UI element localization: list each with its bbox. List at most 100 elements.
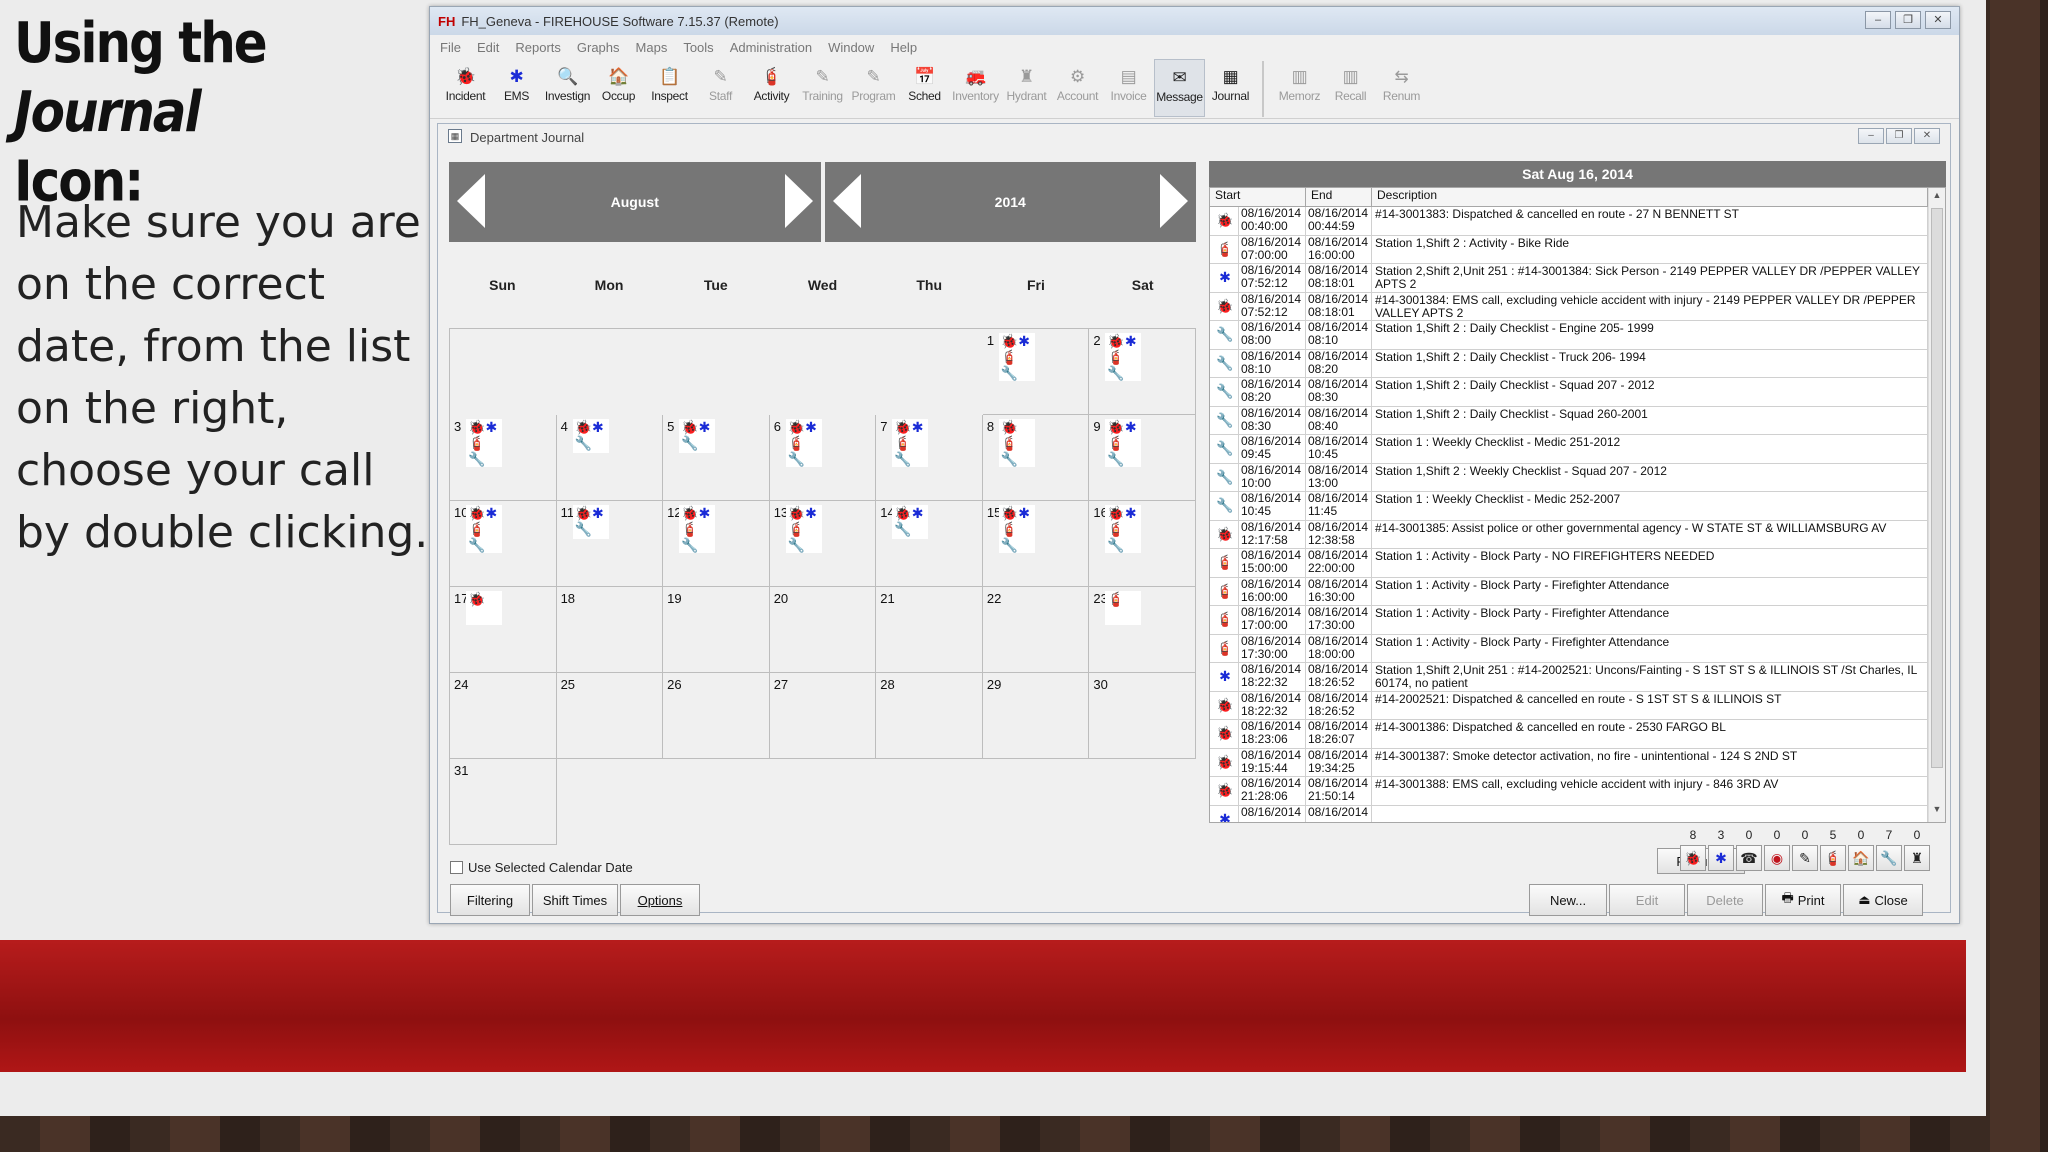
new-button[interactable]: New... [1529, 884, 1607, 916]
toolbar-renum-button[interactable]: ⇆ Renum [1376, 59, 1427, 117]
calendar-day-2[interactable]: 2 🐞✱🧯🔧 [1089, 329, 1196, 415]
toolbar-account-button[interactable]: ⚙ Account [1052, 59, 1103, 117]
counter[interactable]: 0 🏠 [1848, 828, 1874, 871]
calendar-day-10[interactable]: 10 🐞✱🧯🔧 [450, 501, 557, 587]
column-end[interactable]: End [1306, 188, 1372, 206]
toolbar-journal-button[interactable]: ▦ Journal [1205, 59, 1256, 117]
occupancy-counter-icon[interactable]: 🏠 [1848, 845, 1874, 871]
calendar-day-16[interactable]: 16 🐞✱🧯🔧 [1089, 501, 1196, 587]
incident-counter-icon[interactable]: 🐞 [1680, 845, 1706, 871]
toolbar-hydrant-button[interactable]: ♜ Hydrant [1001, 59, 1052, 117]
table-row[interactable]: 🐞 08/16/2014 18:22:32 08/16/2014 18:26:52 #… [1210, 691, 1945, 720]
table-row[interactable]: 🔧 08/16/2014 08:20 08/16/2014 08:30 Station… [1210, 378, 1945, 407]
close-button[interactable]: ⏏ Close [1843, 884, 1923, 916]
calendar-day-7[interactable]: 7 🐞✱🧯🔧 [876, 415, 983, 501]
delete-button[interactable]: Delete [1687, 884, 1763, 916]
calendar-day-12[interactable]: 12 🐞✱🧯🔧 [663, 501, 770, 587]
calendar-day-20[interactable]: 20 [769, 587, 877, 673]
activity-counter-icon[interactable]: 🧯 [1820, 845, 1846, 871]
counter[interactable]: 5 🧯 [1820, 828, 1846, 871]
minimize-button[interactable]: – [1865, 11, 1891, 29]
ems-counter-icon[interactable]: ✱ [1708, 845, 1734, 871]
calendar-day-6[interactable]: 6 🐞✱🧯🔧 [769, 415, 877, 501]
table-row[interactable]: 🐞 08/16/2014 00:40:00 08/16/2014 00:44:59 #… [1210, 207, 1945, 236]
calendar-day-11[interactable]: 11 🐞✱🔧 [556, 501, 664, 587]
menu-administration[interactable]: Administration [730, 40, 812, 55]
table-row[interactable]: 🧯 08/16/2014 07:00:00 08/16/2014 16:00:00 S… [1210, 235, 1945, 264]
counter[interactable]: 3 ✱ [1708, 828, 1734, 871]
calendar-day-23[interactable]: 23 🧯 [1089, 587, 1196, 673]
counter[interactable]: 0 ☎ [1736, 828, 1762, 871]
counter[interactable]: 8 🐞 [1680, 828, 1706, 871]
calendar-day-3[interactable]: 3 🐞✱🧯🔧 [450, 415, 557, 501]
table-row[interactable]: 🔧 08/16/2014 10:45 08/16/2014 11:45 Station… [1210, 492, 1945, 521]
pen-counter-icon[interactable]: ✎ [1792, 845, 1818, 871]
calendar-day-19[interactable]: 19 [663, 587, 770, 673]
table-row[interactable]: 🐞 08/16/2014 21:28:06 08/16/2014 21:50:14 #… [1210, 777, 1945, 806]
column-description[interactable]: Description [1372, 188, 1928, 206]
use-selected-date-checkbox[interactable] [450, 861, 463, 874]
table-row[interactable]: 🔧 08/16/2014 09:45 08/16/2014 10:45 Station… [1210, 435, 1945, 464]
list-scrollbar[interactable]: ▲ ▼ [1928, 188, 1945, 822]
calendar-day-21[interactable]: 21 [876, 587, 983, 673]
column-start[interactable]: Start [1210, 188, 1306, 206]
calendar-day-8[interactable]: 8 🐞🧯🔧 [982, 415, 1090, 501]
hydrant-counter-icon[interactable]: ♜ [1904, 845, 1930, 871]
phone-counter-icon[interactable]: ☎ [1736, 845, 1762, 871]
toolbar-investign-button[interactable]: 🔍 Investign [542, 59, 593, 117]
table-row[interactable]: 🔧 08/16/2014 08:30 08/16/2014 08:40 Station… [1210, 406, 1945, 435]
table-row[interactable]: 🐞 08/16/2014 07:52:12 08/16/2014 08:18:01 #… [1210, 292, 1945, 321]
toolbar-incident-button[interactable]: 🐞 Incident [440, 59, 491, 117]
use-selected-date-option[interactable]: Use Selected Calendar Date [450, 860, 633, 875]
menu-window[interactable]: Window [828, 40, 874, 55]
table-row[interactable]: 🐞 08/16/2014 19:15:44 08/16/2014 19:34:25 #… [1210, 748, 1945, 777]
calendar-day-17[interactable]: 17 🐞 [450, 587, 557, 673]
counter[interactable]: 7 🔧 [1876, 828, 1902, 871]
table-row[interactable]: 🔧 08/16/2014 10:00 08/16/2014 13:00 Station… [1210, 463, 1945, 492]
table-row[interactable]: 🧯 08/16/2014 16:00:00 08/16/2014 16:30:00 S… [1210, 577, 1945, 606]
table-row[interactable]: 🐞 08/16/2014 18:23:06 08/16/2014 18:26:07 #… [1210, 720, 1945, 749]
calendar-day-18[interactable]: 18 [556, 587, 664, 673]
menu-maps[interactable]: Maps [636, 40, 668, 55]
table-row[interactable]: 🧯 08/16/2014 17:00:00 08/16/2014 17:30:00 S… [1210, 606, 1945, 635]
checklist-counter-icon[interactable]: 🔧 [1876, 845, 1902, 871]
filtering-button[interactable]: Filtering [450, 884, 530, 916]
journal-minimize-button[interactable]: – [1858, 128, 1884, 144]
menu-tools[interactable]: Tools [683, 40, 713, 55]
calendar-day-22[interactable]: 22 [982, 587, 1090, 673]
restore-button[interactable]: ❐ [1895, 11, 1921, 29]
calendar-day-5[interactable]: 5 🐞✱🔧 [663, 415, 770, 501]
menu-reports[interactable]: Reports [515, 40, 561, 55]
toolbar-recall-button[interactable]: ▥ Recall [1325, 59, 1376, 117]
toolbar-sched-button[interactable]: 📅 Sched [899, 59, 950, 117]
shift-times-button[interactable]: Shift Times [532, 884, 618, 916]
toolbar-message-button[interactable]: ✉ Message [1154, 59, 1205, 117]
counter[interactable]: 0 ◉ [1764, 828, 1790, 871]
calendar-day-26[interactable]: 26 [663, 673, 770, 759]
calendar-day-1[interactable]: 1 🐞✱🧯🔧 [982, 329, 1090, 415]
scroll-thumb[interactable] [1931, 208, 1943, 768]
next-month-arrow-icon[interactable] [784, 174, 813, 228]
table-row[interactable]: 🔧 08/16/2014 08:10 08/16/2014 08:20 Station… [1210, 349, 1945, 378]
menu-help[interactable]: Help [890, 40, 917, 55]
toolbar-inspect-button[interactable]: 📋 Inspect [644, 59, 695, 117]
scroll-down-icon[interactable]: ▼ [1929, 804, 1945, 820]
table-row[interactable]: ✱ 08/16/2014 08/16/2014 [1210, 805, 1945, 822]
options-button[interactable]: Options [620, 884, 700, 916]
calendar-day-9[interactable]: 9 🐞✱🧯🔧 [1089, 415, 1196, 501]
toolbar-memorz-button[interactable]: ▥ Memorz [1274, 59, 1325, 117]
calendar-day-29[interactable]: 29 [982, 673, 1090, 759]
calendar-day-15[interactable]: 15 🐞✱🧯🔧 [982, 501, 1090, 587]
calendar-day-14[interactable]: 14 🐞✱🔧 [876, 501, 983, 587]
calendar-day-30[interactable]: 30 [1089, 673, 1196, 759]
calendar-day-28[interactable]: 28 [876, 673, 983, 759]
calendar-day-24[interactable]: 24 [450, 673, 557, 759]
toolbar-ems-button[interactable]: ✱ EMS [491, 59, 542, 117]
toolbar-occup-button[interactable]: 🏠 Occup [593, 59, 644, 117]
toolbar-training-button[interactable]: ✎ Training [797, 59, 848, 117]
calendar-day-31[interactable]: 31 [450, 759, 557, 845]
journal-restore-button[interactable]: ❐ [1886, 128, 1912, 144]
menu-file[interactable]: File [440, 40, 461, 55]
calendar-day-13[interactable]: 13 🐞✱🧯🔧 [769, 501, 877, 587]
toolbar-activity-button[interactable]: 🧯 Activity [746, 59, 797, 117]
